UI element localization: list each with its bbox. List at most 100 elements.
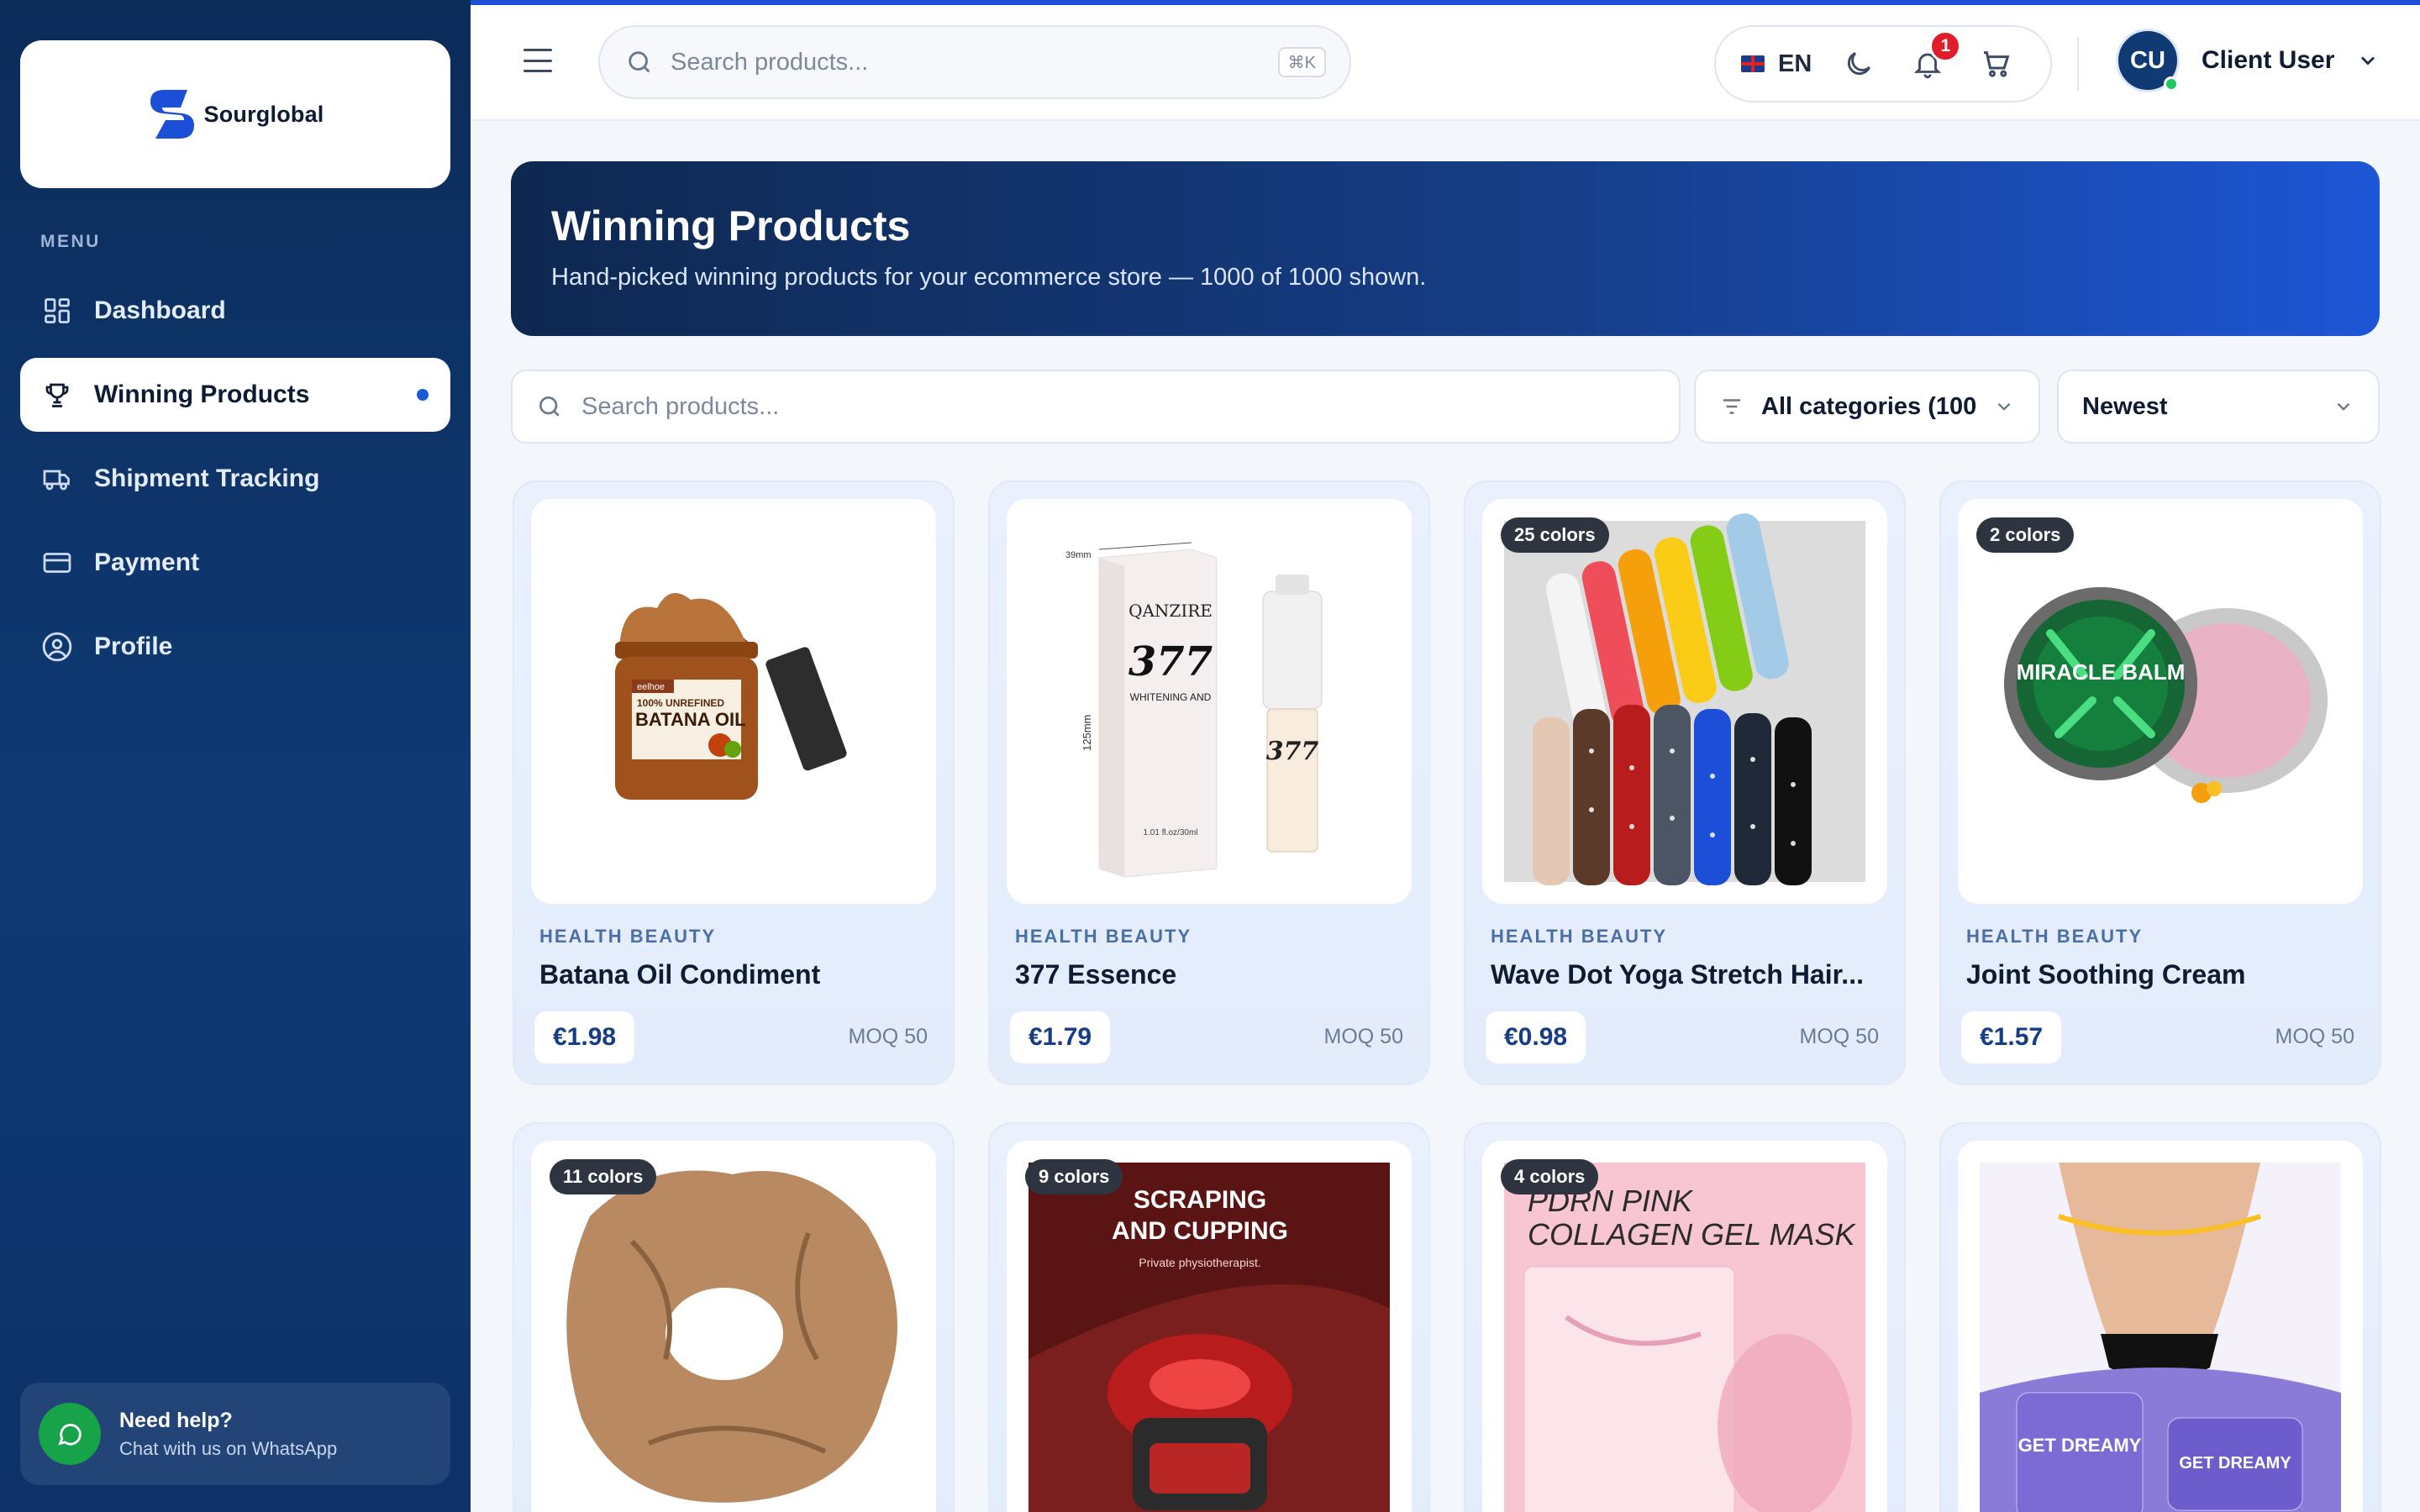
sidebar-item-label: Dashboard	[94, 297, 226, 324]
colors-badge: 2 colors	[1976, 517, 2075, 553]
product-card[interactable]: 11 colors	[513, 1122, 955, 1512]
help-subtitle: Chat with us on WhatsApp	[119, 1437, 338, 1459]
svg-text:WHITENING AND: WHITENING AND	[1130, 691, 1212, 703]
user-menu[interactable]: CU Client User	[2116, 29, 2380, 92]
product-card[interactable]: 25 colors HEALTH BEAUTY Wave Dot Yoga St…	[1464, 480, 1906, 1085]
colors-badge: 4 colors	[1501, 1159, 1599, 1194]
product-name: Joint Soothing Cream	[1966, 959, 2246, 990]
whatsapp-icon	[39, 1403, 101, 1465]
notification-badge: 1	[1929, 30, 1962, 62]
cart-icon	[1984, 51, 2010, 77]
product-card[interactable]: 4 colors PDRN PINK COLLAGEN GEL MASK	[1464, 1122, 1906, 1512]
filter-icon	[1723, 399, 1740, 414]
dark-mode-toggle[interactable]	[1837, 42, 1881, 86]
svg-text:eelhoe: eelhoe	[637, 682, 665, 692]
active-indicator	[417, 389, 429, 401]
page-subtitle: Hand-picked winning products for your ec…	[551, 264, 1427, 291]
product-moq: MOQ 50	[1323, 1025, 1403, 1048]
product-price: €0.98	[1486, 1011, 1586, 1063]
product-name: Wave Dot Yoga Stretch Hair...	[1491, 959, 1864, 990]
product-moq: MOQ 50	[848, 1025, 928, 1048]
product-card[interactable]: 9 colors SCRAPING AND CUPPING Private ph…	[988, 1122, 1430, 1512]
colors-badge: 11 colors	[550, 1159, 657, 1194]
brand-logo[interactable]: Sourglobal	[20, 40, 450, 188]
sidebar-item-winning-products[interactable]: Winning Products	[20, 358, 450, 432]
svg-text:100% UNREFINED: 100% UNREFINED	[637, 697, 724, 709]
sort-select-value: Newest	[2082, 392, 2168, 420]
sidebar-item-label: Payment	[94, 549, 200, 576]
product-image: eelhoe 100% UNREFINED BATANA OIL	[531, 499, 936, 904]
menu-label: MENU	[40, 232, 101, 251]
product-search-input[interactable]: Search products...	[511, 370, 1681, 444]
product-category: HEALTH BEAUTY	[1015, 926, 1192, 947]
svg-text:BATANA OIL: BATANA OIL	[635, 709, 746, 730]
product-label-text: GET DREAMY	[2018, 1435, 2142, 1456]
language-switcher[interactable]: EN	[1741, 50, 1812, 78]
chevron-down-icon	[2337, 402, 2350, 411]
product-image: 25 colors	[1482, 499, 1887, 904]
product-name: 377 Essence	[1015, 959, 1177, 990]
help-title: Need help?	[119, 1408, 233, 1432]
search-shortcut: ⌘K	[1277, 47, 1326, 77]
notifications-button[interactable]: 1	[1906, 30, 1962, 86]
svg-text:377: 377	[1266, 737, 1319, 766]
svg-text:Private physiotherapist.: Private physiotherapist.	[1139, 1256, 1261, 1269]
svg-text:SCRAPING: SCRAPING	[1134, 1186, 1266, 1214]
top-accent-line	[471, 0, 2420, 5]
moon-icon	[1848, 52, 1871, 76]
global-search-input[interactable]: Search products... ⌘K	[598, 25, 1351, 99]
logo-mark-icon	[150, 90, 194, 139]
svg-text:QANZIRE: QANZIRE	[1128, 601, 1213, 621]
user-circle-icon	[40, 630, 74, 664]
dimension-label: 39mm	[1065, 550, 1092, 560]
chevron-down-icon	[2361, 56, 2375, 66]
uk-flag-icon	[1741, 55, 1765, 72]
product-category: HEALTH BEAUTY	[1491, 926, 1668, 947]
product-image: 9 colors SCRAPING AND CUPPING Private ph…	[1007, 1141, 1412, 1512]
product-card[interactable]: 39mm 125mm QANZIRE 377 WHITENING AND 1.0…	[988, 480, 1430, 1085]
top-actions: EN 1	[1714, 25, 2052, 102]
brand-name: Sourglobal	[203, 101, 324, 127]
product-image: 2 colors MIRACLE BALM	[1958, 499, 2363, 904]
product-category: HEALTH BEAUTY	[1966, 926, 2144, 947]
topbar-divider	[2077, 37, 2079, 91]
page-hero-banner: Winning Products Hand-picked winning pro…	[511, 161, 2380, 336]
trophy-icon	[40, 378, 74, 412]
product-price: €1.79	[1010, 1011, 1111, 1063]
sidebar-item-shipment-tracking[interactable]: Shipment Tracking	[20, 442, 450, 516]
product-category: HEALTH BEAUTY	[539, 926, 717, 947]
product-image: 4 colors PDRN PINK COLLAGEN GEL MASK	[1482, 1141, 1887, 1512]
top-bar: Search products... ⌘K EN 1 CU Client Use…	[471, 0, 2420, 121]
user-name: Client User	[2202, 46, 2335, 74]
product-search-placeholder: Search products...	[581, 392, 780, 420]
product-price: €1.57	[1961, 1011, 2062, 1063]
dashboard-icon	[40, 294, 74, 328]
sidebar-item-payment[interactable]: Payment	[20, 526, 450, 600]
product-card[interactable]: GET DREAMY GET DREAMY	[1939, 1122, 2381, 1512]
search-icon	[629, 51, 650, 73]
colors-badge: 25 colors	[1501, 517, 1609, 553]
whatsapp-help-card[interactable]: Need help? Chat with us on WhatsApp	[20, 1383, 450, 1485]
category-select[interactable]: All categories (1000	[1694, 370, 2040, 444]
credit-card-icon	[40, 546, 74, 580]
sidebar-item-dashboard[interactable]: Dashboard	[20, 274, 450, 348]
sidebar-item-profile[interactable]: Profile	[20, 610, 450, 684]
colors-badge: 9 colors	[1025, 1159, 1123, 1194]
dimension-label: 125mm	[1081, 715, 1093, 751]
sidebar-item-label: Shipment Tracking	[94, 465, 320, 492]
avatar-initials: CU	[2130, 46, 2165, 74]
sidebar-item-label: Profile	[94, 633, 173, 660]
product-moq: MOQ 50	[1799, 1025, 1879, 1048]
product-image: GET DREAMY GET DREAMY	[1958, 1141, 2363, 1512]
sort-select[interactable]: Newest	[2057, 370, 2380, 444]
menu-toggle-icon[interactable]	[521, 45, 555, 76]
chevron-down-icon	[1997, 402, 2011, 411]
product-card[interactable]: 2 colors MIRACLE BALM HEALTH BEAUTY Join…	[1939, 480, 2381, 1085]
language-code: EN	[1778, 50, 1812, 77]
svg-text:1.01 fl.oz/30ml: 1.01 fl.oz/30ml	[1143, 828, 1197, 837]
cart-button[interactable]	[1975, 42, 2018, 86]
product-label-text: GET DREAMY	[2179, 1454, 2291, 1473]
product-image: 11 colors	[531, 1141, 936, 1512]
product-card[interactable]: eelhoe 100% UNREFINED BATANA OIL HEALTH …	[513, 480, 955, 1085]
svg-text:377: 377	[1128, 638, 1213, 685]
